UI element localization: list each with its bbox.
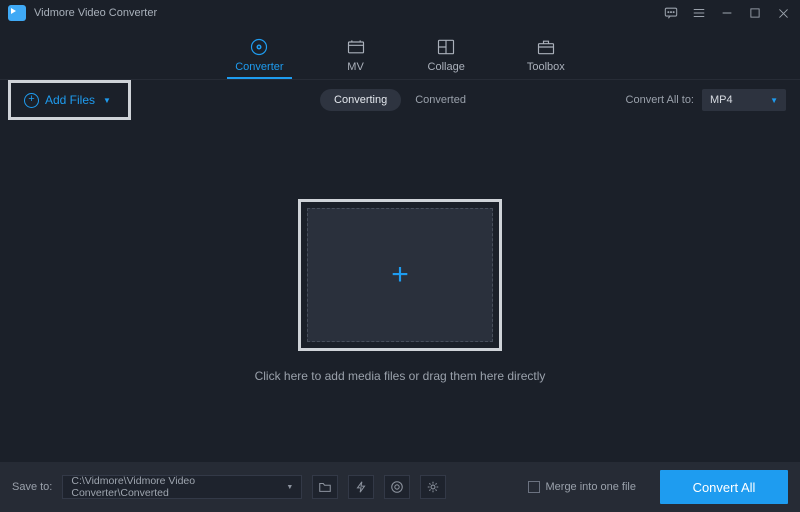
convert-all-button[interactable]: Convert All (660, 470, 788, 504)
plus-icon: + (391, 260, 409, 290)
maximize-icon[interactable] (748, 6, 762, 20)
collage-icon (436, 37, 456, 57)
save-path-value: C:\Vidmore\Vidmore Video Converter\Conve… (71, 475, 286, 499)
tab-label: Collage (428, 61, 465, 73)
tab-toolbox[interactable]: Toolbox (521, 37, 571, 77)
converter-icon (249, 37, 269, 57)
tab-mv[interactable]: MV (340, 37, 372, 77)
add-files-label: Add Files (45, 93, 95, 107)
workspace: + Click here to add media files or drag … (0, 120, 800, 462)
toolbox-icon (536, 37, 556, 57)
tab-label: Converter (235, 61, 283, 73)
open-folder-button[interactable] (312, 475, 338, 499)
output-format-select[interactable]: MP4 ▼ (702, 89, 786, 111)
merge-label: Merge into one file (546, 481, 637, 493)
chevron-down-icon: ▼ (103, 96, 111, 105)
tab-converting[interactable]: Converting (320, 89, 401, 111)
status-tabs: Converting Converted (320, 89, 480, 111)
tab-converter[interactable]: Converter (229, 37, 289, 77)
sub-toolbar: Add Files ▼ Converting Converted Convert… (0, 80, 800, 120)
chevron-down-icon: ▼ (770, 96, 778, 105)
menu-icon[interactable] (692, 6, 706, 20)
close-icon[interactable] (776, 6, 790, 20)
save-path-select[interactable]: C:\Vidmore\Vidmore Video Converter\Conve… (62, 475, 302, 499)
merge-checkbox[interactable]: Merge into one file (528, 481, 637, 493)
convert-all-button-label: Convert All (693, 480, 756, 495)
app-logo-icon (8, 5, 26, 21)
tab-converted[interactable]: Converted (401, 89, 480, 111)
minimize-icon[interactable] (720, 6, 734, 20)
drop-hint-text: Click here to add media files or drag th… (255, 369, 546, 383)
add-files-button[interactable]: Add Files ▼ (18, 89, 117, 112)
settings-button[interactable] (420, 475, 446, 499)
chevron-down-icon: ▼ (286, 484, 293, 491)
convert-all-to-group: Convert All to: MP4 ▼ (626, 89, 786, 111)
drop-zone[interactable]: + (298, 199, 502, 351)
output-format-value: MP4 (710, 94, 733, 106)
tab-label: Toolbox (527, 61, 565, 73)
tab-collage[interactable]: Collage (422, 37, 471, 77)
main-tabs: Converter MV Collage Toolbox (0, 26, 800, 80)
drop-zone-inner: + (307, 208, 493, 342)
app-title: Vidmore Video Converter (34, 7, 157, 19)
mv-icon (346, 37, 366, 57)
plus-circle-icon (24, 93, 39, 108)
save-to-label: Save to: (12, 481, 52, 493)
tab-label: MV (347, 61, 364, 73)
checkbox-icon (528, 481, 540, 493)
convert-all-to-label: Convert All to: (626, 94, 694, 106)
bottom-bar: Save to: C:\Vidmore\Vidmore Video Conver… (0, 462, 800, 512)
tab-label: Converted (415, 94, 466, 106)
hardware-accel-button[interactable] (348, 475, 374, 499)
high-speed-button[interactable] (384, 475, 410, 499)
tab-label: Converting (334, 94, 387, 106)
feedback-icon[interactable] (664, 6, 678, 20)
titlebar: Vidmore Video Converter (0, 0, 800, 26)
